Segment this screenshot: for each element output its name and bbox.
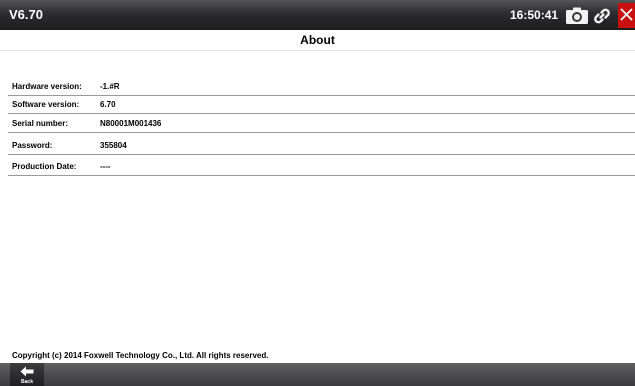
info-value: 6.70 xyxy=(100,100,116,109)
title-bar: V6.70 16:50:41 xyxy=(0,0,635,30)
close-button[interactable] xyxy=(618,3,635,28)
info-label: Hardware version: xyxy=(12,82,82,91)
info-row-software-version: Software version: 6.70 xyxy=(8,96,635,114)
copyright-text: Copyright (c) 2014 Foxwell Technology Co… xyxy=(12,351,269,360)
back-label: Back xyxy=(21,379,33,385)
info-row-production-date: Production Date: ---- xyxy=(8,158,635,176)
clock: 16:50:41 xyxy=(510,8,559,22)
close-icon xyxy=(620,8,633,21)
info-label: Production Date: xyxy=(12,162,77,171)
info-value: 355804 xyxy=(100,141,127,150)
version-label: V6.70 xyxy=(9,7,43,22)
info-row-serial-number: Serial number: N80001M001436 xyxy=(8,115,635,133)
info-row-password: Password: 355804 xyxy=(8,137,635,155)
info-row-hardware-version: Hardware version: -1.#R xyxy=(8,78,635,96)
info-value: ---- xyxy=(100,162,111,171)
arrow-left-icon xyxy=(20,366,34,377)
camera-icon[interactable] xyxy=(565,7,589,25)
back-button[interactable]: Back xyxy=(10,363,44,386)
info-label: Password: xyxy=(12,141,53,150)
link-icon[interactable] xyxy=(592,6,612,26)
info-value: N80001M001436 xyxy=(100,119,162,128)
page-title: About xyxy=(0,30,635,51)
info-label: Serial number: xyxy=(12,119,69,128)
info-label: Software version: xyxy=(12,100,80,109)
info-value: -1.#R xyxy=(100,82,120,91)
bottom-toolbar xyxy=(0,363,635,386)
